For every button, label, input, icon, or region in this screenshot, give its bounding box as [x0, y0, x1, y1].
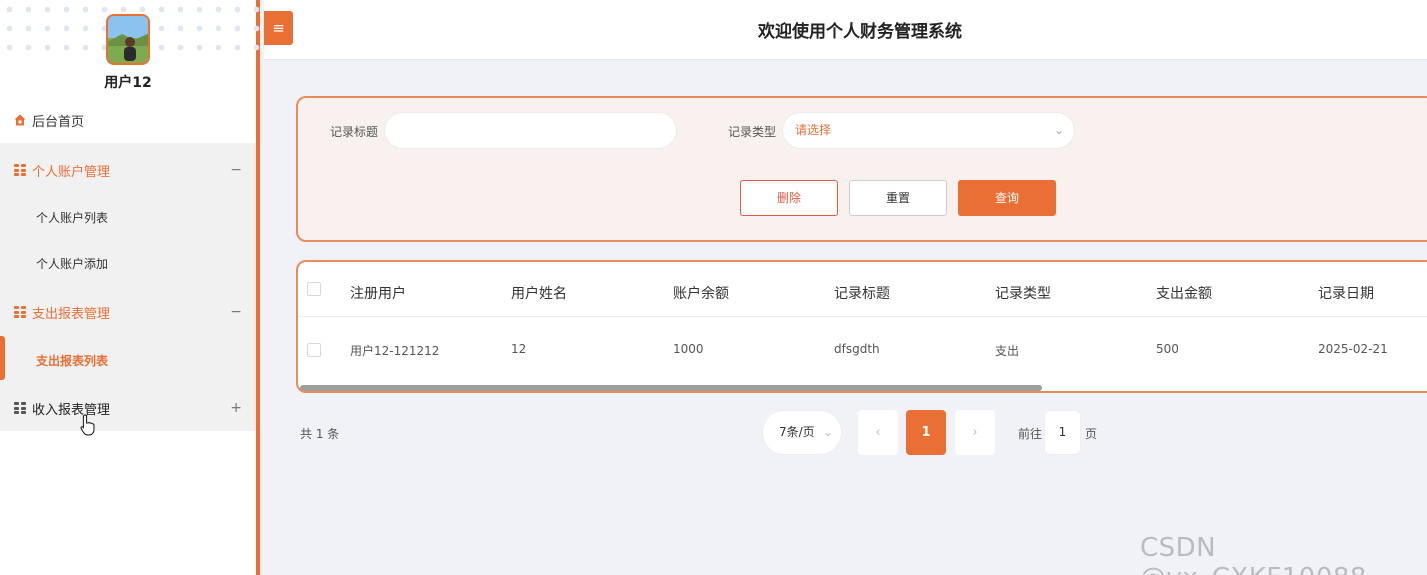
table-cell: 用户12-121212 — [350, 344, 440, 358]
page-size-value: 7条/页 — [779, 425, 815, 439]
goto-label: 前往 — [1018, 427, 1043, 441]
table-row[interactable]: 用户12-121212 12 1000 dfsgdth 支出 500 2025-… — [298, 318, 1427, 382]
record-title-input[interactable] — [384, 112, 677, 149]
table-cell: 2025-02-21 — [1318, 342, 1388, 356]
table-header: 注册用户 用户姓名 账户余额 记录标题 记录类型 支出金额 记录日期 — [298, 262, 1427, 317]
sidebar-item-home[interactable]: 后台首页 — [0, 110, 256, 130]
column-header[interactable]: 账户余额 — [673, 283, 729, 303]
reset-button[interactable]: 重置 — [849, 180, 947, 216]
active-indicator — [0, 336, 5, 380]
select-all-checkbox[interactable] — [307, 282, 321, 296]
home-icon — [14, 114, 26, 126]
grid-icon — [14, 402, 26, 414]
chevron-down-icon: ⌄ — [822, 425, 833, 439]
row-checkbox[interactable] — [307, 343, 321, 357]
chevron-down-icon: ⌄ — [1053, 123, 1064, 137]
column-header[interactable]: 记录标题 — [834, 283, 890, 303]
grid-icon — [14, 164, 26, 176]
record-type-label: 记录类型 — [728, 125, 777, 139]
collapse-icon[interactable]: − — [230, 162, 242, 178]
sidebar: 用户12 后台首页 个人账户管理 − 个人账户列表 个人账户添加 支出报表管理 … — [0, 0, 260, 575]
table-cell: 12 — [511, 342, 527, 356]
column-header[interactable]: 支出金额 — [1156, 283, 1212, 303]
sidebar-group-personal-account[interactable]: 个人账户管理 − — [0, 160, 256, 180]
sidebar-item-label: 后台首页 — [32, 114, 85, 130]
total-count: 共 1 条 — [300, 427, 340, 441]
query-button[interactable]: 查询 — [958, 180, 1056, 216]
table-cell: 支出 — [995, 344, 1020, 358]
sidebar-group-label: 个人账户管理 — [32, 164, 111, 180]
column-header[interactable]: 用户姓名 — [511, 283, 567, 303]
sidebar-group-label: 支出报表管理 — [32, 306, 111, 322]
page-size-select[interactable]: 7条/页 ⌄ — [762, 410, 842, 455]
watermark: CSDN @vx_CXKF10088 — [1140, 533, 1366, 575]
column-header[interactable]: 记录类型 — [995, 283, 1051, 303]
table-cell: dfsgdth — [834, 342, 880, 356]
sidebar-group-expense-report[interactable]: 支出报表管理 − — [0, 302, 256, 322]
goto-page-input[interactable]: 1 — [1044, 410, 1081, 455]
table-cell: 500 — [1156, 342, 1179, 356]
record-type-select[interactable]: 请选择 ⌄ — [782, 112, 1075, 149]
menu-toggle-icon[interactable]: ≡ — [264, 11, 293, 45]
expand-icon[interactable]: + — [230, 400, 242, 416]
collapse-icon[interactable]: − — [230, 304, 242, 320]
column-header[interactable]: 记录日期 — [1318, 283, 1374, 303]
record-title-label: 记录标题 — [330, 125, 379, 139]
sidebar-item-expense-list[interactable]: 支出报表列表 — [36, 352, 108, 369]
page-number-button[interactable]: 1 — [906, 410, 946, 455]
page-title: 欢迎使用个人财务管理系统 — [758, 22, 962, 42]
data-table: 注册用户 用户姓名 账户余额 记录标题 记录类型 支出金额 记录日期 用户12-… — [296, 260, 1427, 393]
sidebar-item-account-add[interactable]: 个人账户添加 — [36, 255, 108, 272]
sidebar-group-income-report[interactable]: 收入报表管理 + — [0, 398, 256, 418]
sidebar-item-account-list[interactable]: 个人账户列表 — [36, 209, 108, 226]
grid-icon — [14, 306, 26, 318]
next-page-button[interactable]: › — [955, 410, 995, 455]
column-header[interactable]: 注册用户 — [350, 283, 406, 303]
page-unit-label: 页 — [1085, 427, 1098, 441]
select-placeholder: 请选择 — [795, 123, 832, 137]
hand-cursor-icon — [80, 414, 96, 440]
horizontal-scrollbar[interactable] — [300, 385, 1042, 391]
prev-page-button[interactable]: ‹ — [858, 410, 898, 455]
sidebar-group-label: 收入报表管理 — [32, 402, 111, 418]
delete-button[interactable]: 删除 — [740, 180, 838, 216]
table-cell: 1000 — [673, 342, 704, 356]
avatar[interactable] — [106, 14, 150, 65]
username: 用户12 — [104, 75, 152, 91]
